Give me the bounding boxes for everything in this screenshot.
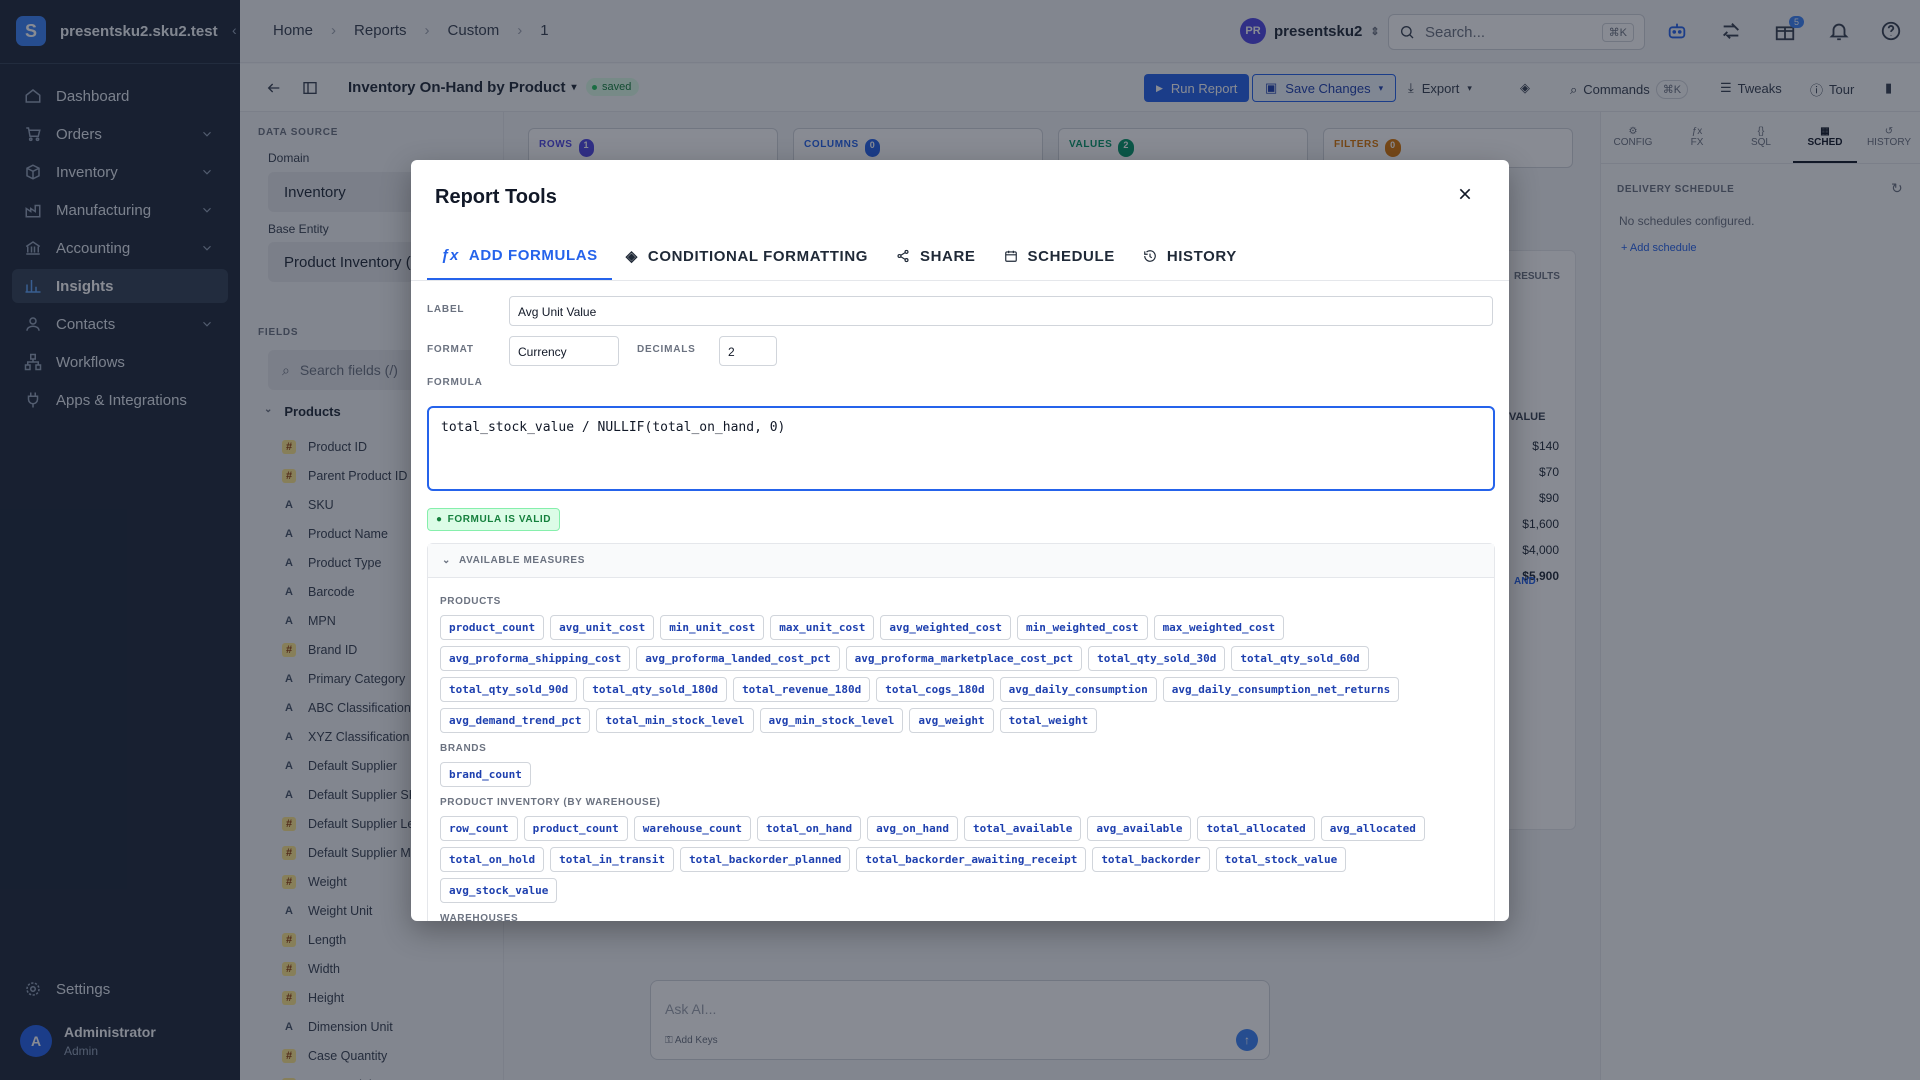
measure-chip[interactable]: total_qty_sold_180d (583, 677, 728, 702)
measure-chip[interactable]: total_available (964, 816, 1082, 841)
measures-heading: AVAILABLE MEASURES (458, 555, 585, 566)
measure-chip[interactable]: max_weighted_cost (1153, 615, 1285, 640)
measure-chip[interactable]: total_qty_sold_60d (1231, 646, 1369, 671)
format-select[interactable]: Currency (509, 336, 619, 366)
measure-chip[interactable]: total_weight (999, 708, 1098, 733)
measure-chip[interactable]: total_qty_sold_30d (1088, 646, 1226, 671)
format-field-label: FORMAT (427, 344, 474, 355)
label-input[interactable]: Avg Unit Value (509, 296, 1493, 326)
measure-chip[interactable]: brand_count (440, 762, 531, 787)
tab-history[interactable]: HISTORY (1129, 232, 1251, 280)
measure-group-label: PRODUCTS (440, 596, 501, 607)
measure-chip-list: product_count avg_unit_cost min_unit_cost m… (440, 615, 1450, 733)
measure-group-label: WAREHOUSES (440, 913, 519, 921)
modal-title: Report Tools (435, 186, 557, 208)
close-icon[interactable] (1457, 186, 1473, 202)
tab-label: HISTORY (1166, 247, 1237, 265)
formula-valid-text: FORMULA IS VALID (447, 514, 552, 525)
measure-chip[interactable]: min_weighted_cost (1016, 615, 1148, 640)
measure-chip[interactable]: product_count (523, 816, 628, 841)
measure-chip[interactable]: total_on_hold (440, 847, 545, 872)
measure-chip[interactable]: avg_stock_value (440, 878, 558, 903)
tab-label: ADD FORMULAS (468, 246, 598, 264)
tab-schedule[interactable]: SCHEDULE (990, 232, 1129, 280)
measure-chip[interactable]: avg_daily_consumption_net_returns (1162, 677, 1400, 702)
measure-chip[interactable]: warehouse_count (633, 816, 752, 841)
measure-chip[interactable]: min_unit_cost (660, 615, 765, 640)
measure-chip[interactable]: total_min_stock_level (596, 708, 754, 733)
measure-chip[interactable]: row_count (440, 816, 518, 841)
formula-editor[interactable]: total_stock_value / NULLIF(total_on_hand… (427, 406, 1495, 491)
measure-chip[interactable]: avg_available (1087, 816, 1192, 841)
tab-share[interactable]: SHARE (882, 232, 990, 280)
modal-tabs: ƒx ADD FORMULAS ◈ CONDITIONAL FORMATTING S… (427, 232, 1251, 280)
tab-conditional-formatting[interactable]: ◈ CONDITIONAL FORMATTING (612, 232, 882, 280)
measure-chip[interactable]: avg_daily_consumption (999, 677, 1157, 702)
measure-chip[interactable]: avg_unit_cost (550, 615, 655, 640)
tab-label: SCHEDULE (1027, 247, 1115, 265)
share-icon (897, 249, 909, 263)
tab-add-formulas[interactable]: ƒx ADD FORMULAS (427, 232, 612, 280)
measure-chip[interactable]: total_backorder (1092, 847, 1210, 872)
available-measures: ⌄ AVAILABLE MEASURES PRODUCTS product_coun… (427, 543, 1495, 921)
measure-chip[interactable]: total_in_transit (550, 847, 675, 872)
measure-chip-list: brand_count (440, 762, 1450, 787)
measure-group-label: PRODUCT INVENTORY (BY WAREHOUSE) (440, 797, 661, 808)
measure-chip[interactable]: avg_allocated (1320, 816, 1425, 841)
formula-field-label: FORMULA (427, 377, 483, 388)
check-circle-icon: ● (436, 514, 443, 525)
chevron-down-icon: ⌄ (442, 555, 451, 566)
history-icon (1144, 250, 1156, 262)
measures-toggle[interactable]: ⌄ AVAILABLE MEASURES (428, 544, 1494, 578)
paint-bucket-icon: ◈ (625, 248, 638, 265)
measure-chip[interactable]: avg_weighted_cost (880, 615, 1011, 640)
report-tools-modal: Report Tools ƒx ADD FORMULAS ◈ CONDITIONAL… (411, 160, 1509, 921)
measure-chip[interactable]: avg_proforma_marketplace_cost_pct (845, 646, 1083, 671)
measure-chip[interactable]: total_backorder_awaiting_receipt (856, 847, 1087, 872)
measure-chip[interactable]: avg_proforma_shipping_cost (440, 646, 631, 671)
measure-chip[interactable]: avg_weight (909, 708, 994, 733)
measure-chip[interactable]: total_allocated (1197, 816, 1315, 841)
label-field-label: LABEL (427, 304, 465, 315)
measure-chip[interactable]: avg_min_stock_level (759, 708, 904, 733)
formula-valid-badge: ● FORMULA IS VALID (427, 508, 561, 531)
measure-chip[interactable]: total_backorder_planned (680, 847, 851, 872)
divider (411, 280, 1509, 281)
tab-label: SHARE (920, 247, 976, 265)
measure-chip[interactable]: avg_on_hand (867, 816, 958, 841)
decimals-field-label: DECIMALS (637, 344, 696, 355)
measure-chip[interactable]: avg_proforma_landed_cost_pct (636, 646, 840, 671)
measure-chip[interactable]: total_stock_value (1215, 847, 1347, 872)
decimals-input[interactable]: 2 (719, 336, 777, 366)
calendar-icon (1004, 250, 1017, 262)
measure-chip-list: row_count product_count warehouse_count tot… (440, 816, 1450, 903)
measure-chip[interactable]: max_unit_cost (770, 615, 875, 640)
measure-chip[interactable]: total_revenue_180d (733, 677, 871, 702)
measure-chip[interactable]: avg_demand_trend_pct (440, 708, 591, 733)
measure-group-label: BRANDS (440, 743, 487, 754)
measure-chip[interactable]: total_cogs_180d (876, 677, 994, 702)
function-icon: ƒx (441, 246, 459, 264)
measure-chip[interactable]: total_qty_sold_90d (440, 677, 578, 702)
tab-label: CONDITIONAL FORMATTING (647, 247, 869, 265)
measures-list: PRODUCTS product_count avg_unit_cost min_un… (428, 578, 1494, 921)
measure-chip[interactable]: product_count (440, 615, 545, 640)
measure-chip[interactable]: total_on_hand (757, 816, 862, 841)
